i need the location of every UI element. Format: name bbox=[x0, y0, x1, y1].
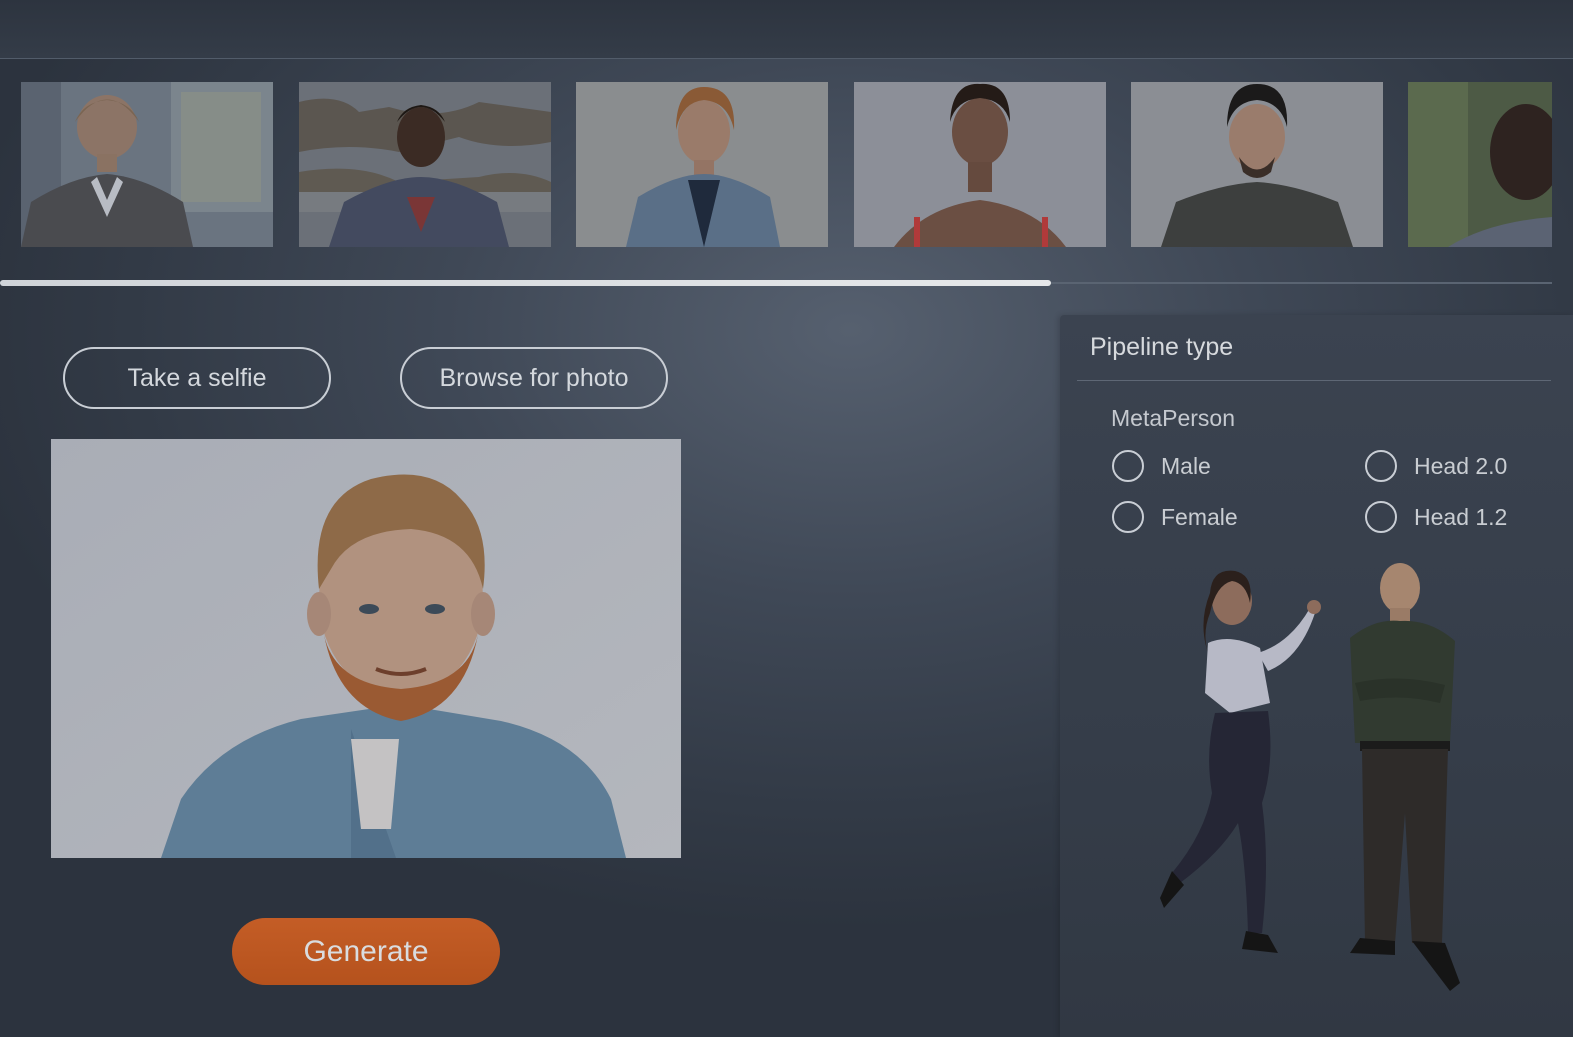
radio-label: Female bbox=[1161, 503, 1238, 530]
radio-label: Head 2.0 bbox=[1414, 452, 1508, 479]
sample-photo-thumbnail[interactable] bbox=[1408, 82, 1552, 247]
radio-head-2-0[interactable]: Head 2.0 bbox=[1365, 450, 1507, 482]
panel-divider bbox=[1077, 380, 1551, 381]
top-bar bbox=[0, 0, 1573, 59]
pipeline-type-panel: Pipeline type MetaPerson Male Female Hea… bbox=[1060, 315, 1573, 1037]
sample-photo-thumbnail[interactable] bbox=[1131, 82, 1383, 247]
radio-circle-icon[interactable] bbox=[1365, 450, 1397, 482]
sample-photo-thumbnail[interactable] bbox=[576, 82, 828, 247]
radio-circle-icon[interactable] bbox=[1112, 501, 1144, 533]
sample-photo-thumbnail[interactable] bbox=[21, 82, 273, 247]
radio-circle-icon[interactable] bbox=[1112, 450, 1144, 482]
take-selfie-button[interactable]: Take a selfie bbox=[63, 347, 331, 409]
selected-photo-preview bbox=[51, 439, 681, 858]
gallery-scrollbar-thumb[interactable] bbox=[0, 280, 1051, 286]
metaperson-section-label: MetaPerson bbox=[1111, 405, 1236, 431]
sample-photo-thumbnail[interactable] bbox=[854, 82, 1106, 247]
radio-female[interactable]: Female bbox=[1112, 501, 1238, 533]
sample-photo-thumbnail[interactable] bbox=[299, 82, 551, 247]
panel-title: Pipeline type bbox=[1090, 333, 1234, 361]
radio-label: Head 1.2 bbox=[1414, 503, 1508, 530]
browse-photo-button[interactable]: Browse for photo bbox=[400, 347, 668, 409]
radio-head-1-2[interactable]: Head 1.2 bbox=[1365, 501, 1507, 533]
sample-photo-gallery bbox=[0, 58, 1552, 288]
radio-circle-icon[interactable] bbox=[1365, 501, 1397, 533]
radio-label: Male bbox=[1161, 452, 1211, 479]
generate-button[interactable]: Generate bbox=[232, 918, 500, 985]
radio-male[interactable]: Male bbox=[1112, 450, 1211, 482]
metaperson-avatars-preview bbox=[1150, 563, 1480, 1003]
